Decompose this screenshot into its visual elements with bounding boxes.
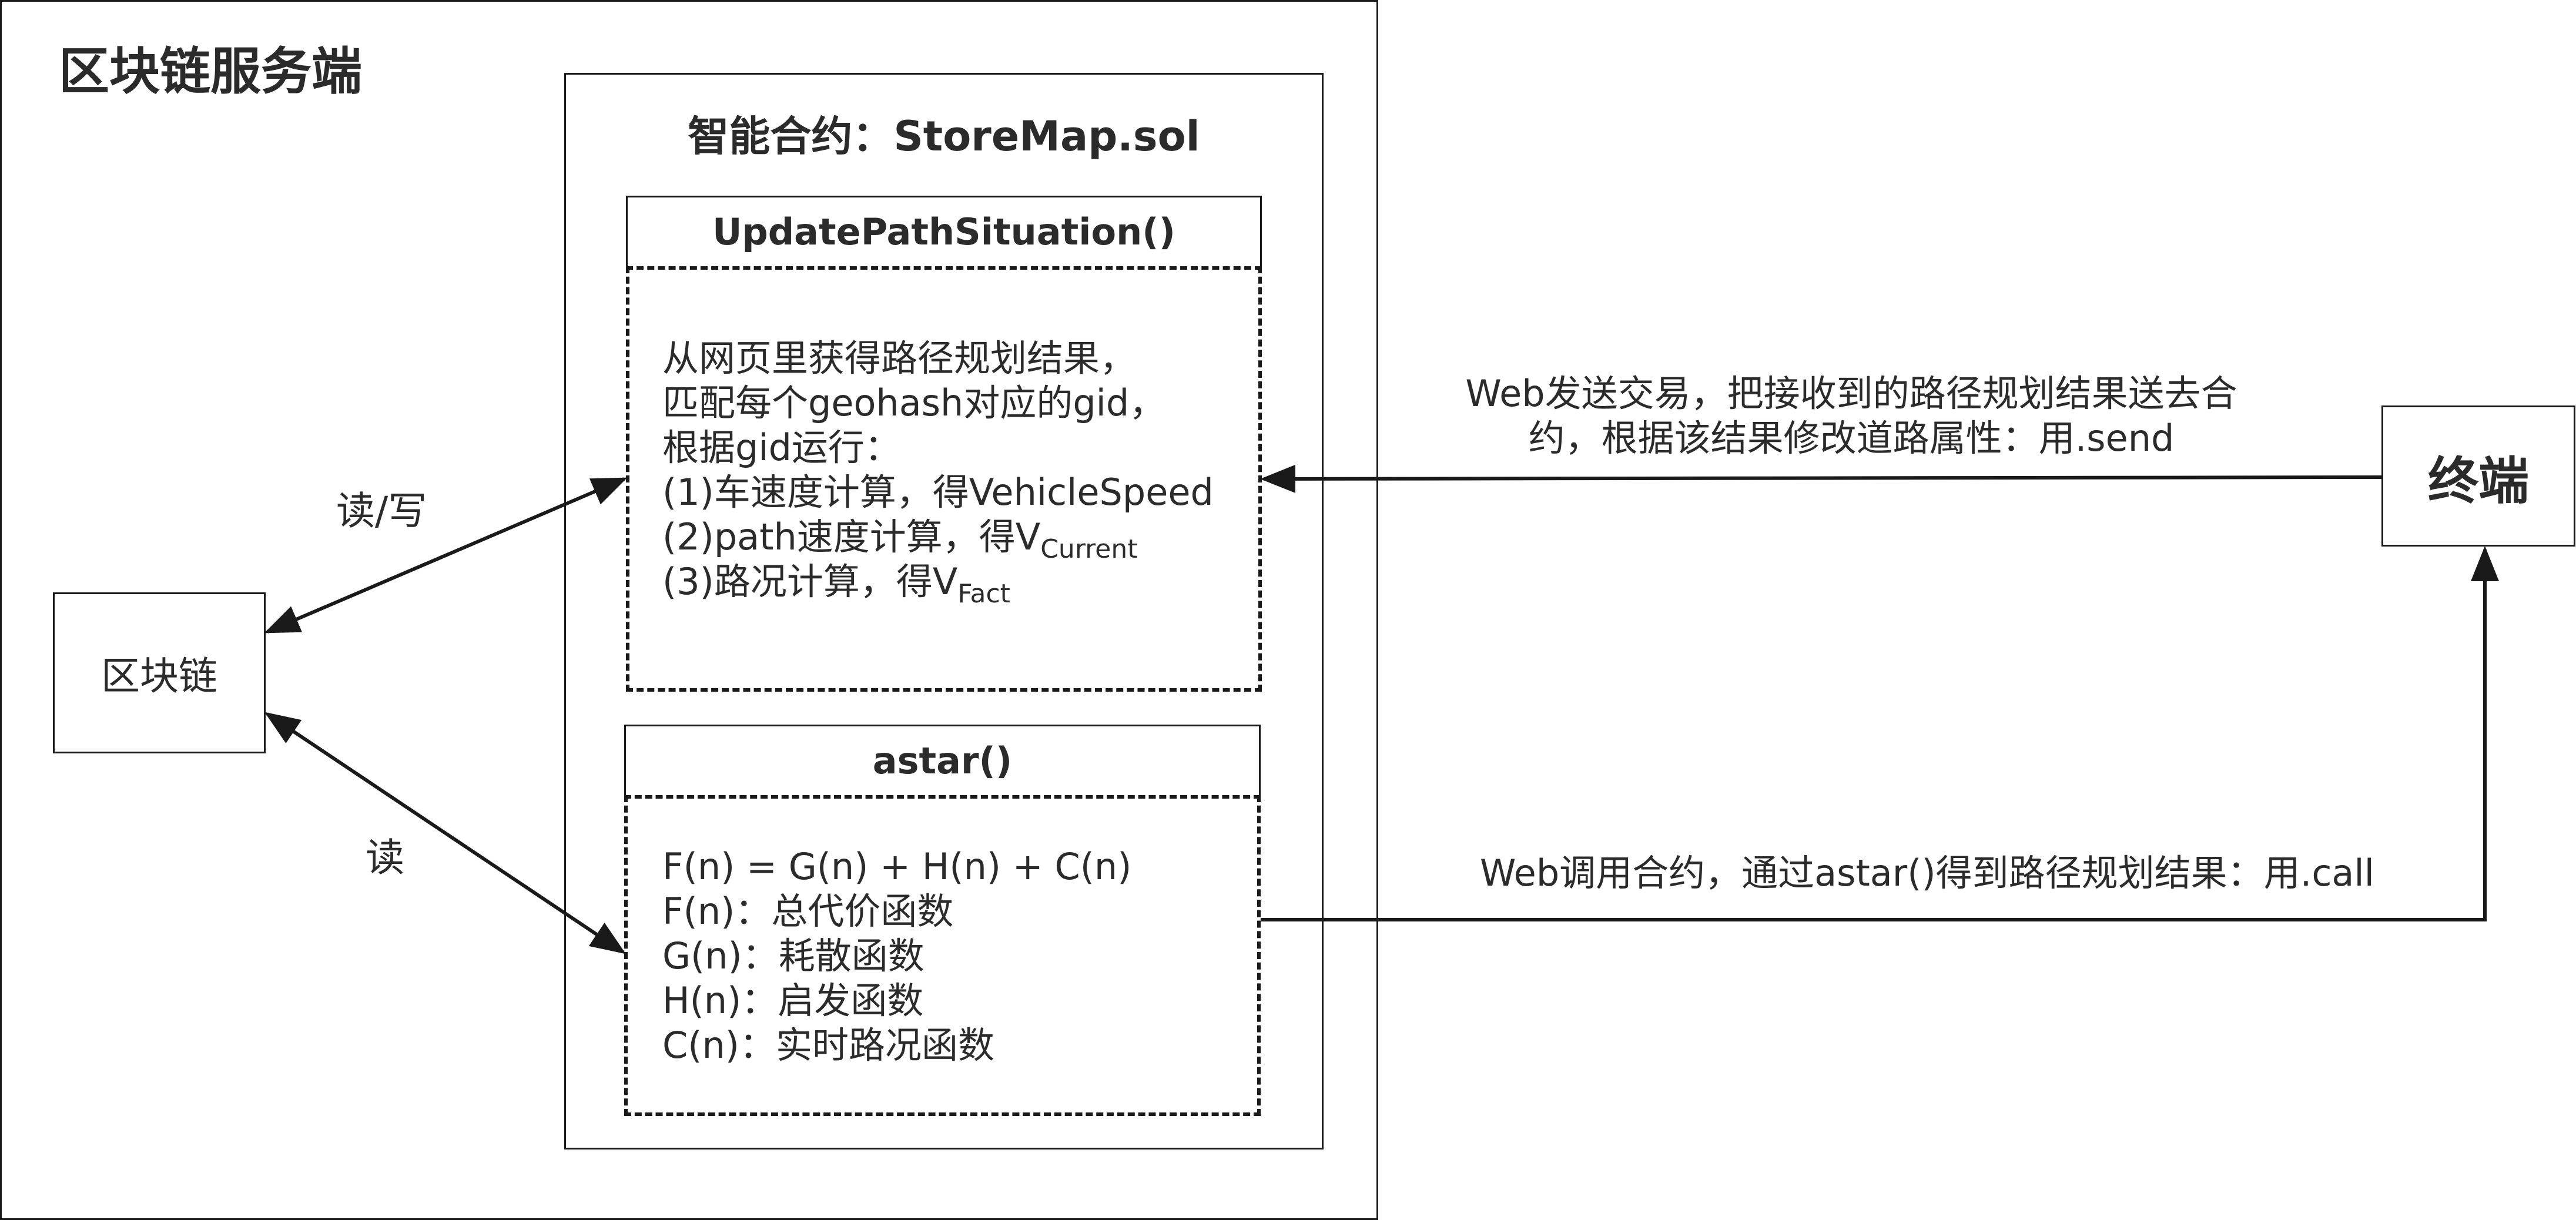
call-arrow bbox=[1261, 546, 2499, 921]
read-write-arrow bbox=[264, 477, 628, 634]
connectors-layer bbox=[264, 464, 2499, 954]
send-arrow bbox=[1260, 464, 2382, 493]
read-arrow bbox=[264, 712, 626, 954]
